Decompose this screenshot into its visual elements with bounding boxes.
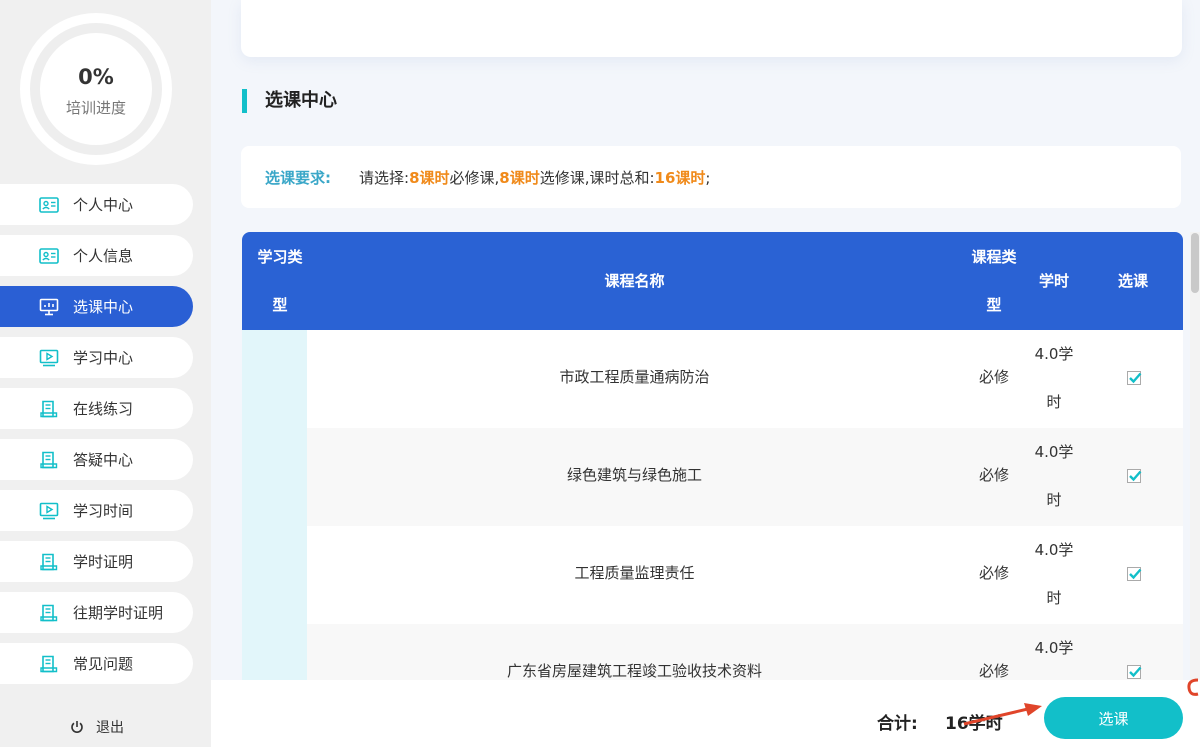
course-hours-line2: 时 (1046, 491, 1062, 509)
checkmark-icon (1129, 568, 1142, 580)
header-study-type-line1: 学习类 (257, 248, 303, 266)
video-icon (39, 349, 59, 367)
sidebar-item-label: 选课中心 (73, 298, 134, 316)
progress-percent: 0% (78, 65, 114, 89)
id-card-icon (39, 247, 59, 265)
sidebar: 0% 培训进度 个人中心 个人信息 选课中心 学习中心 在线练习 答疑中心 学习… (0, 0, 211, 747)
video-icon (39, 502, 59, 520)
document-icon (39, 553, 59, 571)
table-row: 绿色建筑与绿色施工 必修 4.0学时 (307, 428, 1183, 526)
sidebar-item-label: 学习时间 (73, 502, 134, 520)
sidebar-item-qa-center[interactable]: 答疑中心 (0, 439, 193, 480)
course-checkbox[interactable] (1127, 567, 1142, 581)
sidebar-item-label: 个人中心 (73, 196, 134, 214)
sidebar-item-label: 答疑中心 (73, 451, 134, 469)
course-hours-line2: 时 (1046, 589, 1062, 607)
header-select: 选课 (1117, 272, 1148, 290)
progress-label: 培训进度 (65, 99, 126, 117)
course-type: 必修 (978, 368, 1009, 386)
requirement-prefix: 请选择: (359, 168, 410, 187)
course-hours: 4.0学时 (1026, 538, 1082, 610)
logout-label: 退出 (96, 720, 124, 736)
annotation-mark-icon (1187, 678, 1199, 696)
required-text: 必修课, (449, 168, 500, 187)
course-checkbox[interactable] (1127, 469, 1142, 483)
sidebar-item-hours-certificate[interactable]: 学时证明 (0, 541, 193, 582)
header-study-type-line2: 型 (272, 296, 288, 314)
requirement-text: 请选择:8课时必修课,8课时选修课,课时总和:16课时; (359, 167, 710, 188)
course-checkbox[interactable] (1127, 665, 1142, 679)
top-card (241, 0, 1182, 57)
scrollbar-thumb[interactable] (1191, 233, 1199, 293)
course-name: 广东省房屋建筑工程竣工验收技术资料 (506, 662, 762, 680)
header-hours: 学时 (1038, 272, 1069, 290)
sidebar-item-personal-center[interactable]: 个人中心 (0, 184, 193, 225)
sidebar-item-personal-info[interactable]: 个人信息 (0, 235, 193, 276)
monitor-icon (39, 298, 59, 316)
course-type: 必修 (978, 564, 1009, 582)
course-type: 必修 (978, 466, 1009, 484)
power-icon (71, 721, 83, 733)
sidebar-item-label: 学时证明 (73, 553, 134, 571)
table-header: 学习类 型 课程名称 课程类 型 学时 选课 (242, 232, 1183, 330)
header-course-type-line1: 课程类 (971, 248, 1017, 266)
checkmark-icon (1129, 666, 1142, 678)
course-hours-line1: 4.0学 (1034, 345, 1074, 363)
id-card-icon (39, 196, 59, 214)
table-scrollbar[interactable] (1190, 232, 1200, 680)
study-type-cell (242, 330, 307, 680)
header-course-type-line2: 型 (986, 296, 1002, 314)
course-hours-line2: 时 (1046, 393, 1062, 411)
page-title: 选课中心 (242, 89, 337, 113)
course-checkbox[interactable] (1127, 371, 1142, 385)
sidebar-item-label: 往期学时证明 (73, 604, 164, 622)
sidebar-item-online-practice[interactable]: 在线练习 (0, 388, 193, 429)
requirement-suffix: ; (705, 168, 711, 187)
course-requirement-card: 选课要求: 请选择:8课时必修课,8课时选修课,课时总和:16课时; (241, 146, 1181, 208)
annotation-arrow-icon (963, 703, 1042, 726)
sidebar-item-faq[interactable]: 常见问题 (0, 643, 193, 684)
course-name: 市政工程质量通病防治 (559, 368, 710, 386)
course-hours: 4.0学时 (1026, 636, 1082, 680)
select-course-button[interactable]: 选课 (1044, 697, 1183, 739)
logout-button[interactable]: 退出 (70, 717, 124, 737)
course-name: 绿色建筑与绿色施工 (566, 466, 702, 484)
header-course-type: 课程类 型 (962, 233, 1026, 329)
course-hours-line1: 4.0学 (1034, 639, 1074, 657)
table-row: 广东省房屋建筑工程竣工验收技术资料 必修 4.0学时 (307, 624, 1183, 680)
requirement-label: 选课要求: (265, 168, 331, 187)
sidebar-item-study-time[interactable]: 学习时间 (0, 490, 193, 531)
sidebar-item-label: 在线练习 (73, 400, 134, 418)
header-course-name: 课程名称 (604, 272, 665, 290)
elective-hours: 8课时 (499, 168, 540, 187)
table-row: 市政工程质量通病防治 必修 4.0学时 (307, 330, 1183, 428)
course-table: 学习类 型 课程名称 课程类 型 学时 选课 市政工程质量通病防治 必修 4.0… (242, 232, 1183, 680)
total-label: 合计: (877, 714, 918, 734)
table-row: 工程质量监理责任 必修 4.0学时 (307, 526, 1183, 624)
checkmark-icon (1129, 470, 1142, 482)
course-hours: 4.0学时 (1026, 342, 1082, 414)
sidebar-item-study-center[interactable]: 学习中心 (0, 337, 193, 378)
total-required-hours: 16课时 (654, 168, 706, 187)
course-type: 必修 (978, 662, 1009, 680)
document-icon (39, 604, 59, 622)
sidebar-item-course-selection[interactable]: 选课中心 (0, 286, 193, 327)
elective-text: 选修课,课时总和: (539, 168, 655, 187)
header-study-type: 学习类 型 (250, 233, 310, 329)
course-name: 工程质量监理责任 (574, 564, 695, 582)
course-hours: 4.0学时 (1026, 440, 1082, 512)
course-hours-line1: 4.0学 (1034, 443, 1074, 461)
training-progress-ring: 0% 培训进度 (20, 13, 172, 165)
required-hours: 8课时 (409, 168, 450, 187)
sidebar-item-label: 学习中心 (73, 349, 134, 367)
document-icon (39, 655, 59, 673)
document-icon (39, 451, 59, 469)
sidebar-item-label: 个人信息 (73, 247, 134, 265)
sidebar-item-label: 常见问题 (73, 655, 134, 673)
sidebar-item-past-hours-certificate[interactable]: 往期学时证明 (0, 592, 193, 633)
checkmark-icon (1129, 372, 1142, 384)
course-hours-line1: 4.0学 (1034, 541, 1074, 559)
document-icon (39, 400, 59, 418)
